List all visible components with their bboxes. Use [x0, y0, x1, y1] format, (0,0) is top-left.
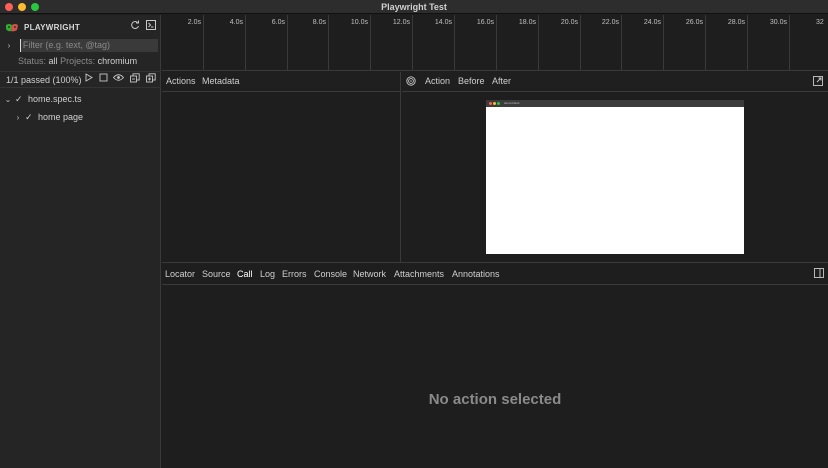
tab-after[interactable]: After: [492, 76, 511, 86]
snapshot-tabbar: Action Before After: [402, 72, 828, 92]
tab-attachments[interactable]: Attachments: [394, 269, 444, 279]
timeline-tick: [663, 15, 664, 71]
snapshot-address: about:blank: [504, 101, 520, 105]
timeline-tick: [496, 15, 497, 71]
passed-summary: 1/1 passed (100%): [6, 74, 82, 85]
snapshot-dot-icon: [493, 102, 496, 105]
projects-label: Projects:: [60, 56, 96, 66]
snapshot-browser-bar: about:blank: [486, 100, 744, 107]
timeline-tick-label: 26.0s: [685, 19, 703, 26]
timeline-tick-label: 10.0s: [350, 19, 368, 26]
tree-item-test[interactable]: › ✓ home page: [13, 110, 83, 124]
actions-tabbar: Actions Metadata: [162, 72, 400, 92]
timeline-tick: [412, 15, 413, 71]
snapshot-preview[interactable]: about:blank: [486, 100, 744, 254]
play-icon[interactable]: [83, 73, 94, 84]
filter-input[interactable]: [19, 38, 158, 52]
timeline-tick-label: 8.0s: [312, 19, 326, 26]
snapshot-dot-icon: [497, 102, 500, 105]
tree-item-label: home.spec.ts: [28, 94, 82, 104]
stop-icon[interactable]: [98, 73, 109, 84]
timeline-tick-label: 2.0s: [187, 19, 201, 26]
tab-actions[interactable]: Actions: [166, 76, 196, 86]
timeline-tick: [789, 15, 790, 71]
tab-network[interactable]: Network: [353, 269, 386, 279]
timeline-tick: [245, 15, 246, 71]
chevron-right-icon[interactable]: ›: [13, 113, 23, 122]
toggle-sidebar-icon[interactable]: [814, 268, 824, 280]
snapshot-dot-icon: [489, 102, 492, 105]
tab-locator[interactable]: Locator: [165, 269, 195, 279]
timeline-tick-label: 12.0s: [392, 19, 410, 26]
tab-source[interactable]: Source: [202, 269, 231, 279]
window-title: Playwright Test: [381, 2, 447, 12]
tab-errors[interactable]: Errors: [282, 269, 307, 279]
timeline-tick-label: 30.0s: [769, 19, 787, 26]
brand-label: PLAYWRIGHT: [24, 22, 81, 32]
timeline-tick-label: 18.0s: [518, 19, 536, 26]
tab-before[interactable]: Before: [458, 76, 485, 86]
timeline-tick-label: 6.0s: [271, 19, 285, 26]
timeline-tick: [705, 15, 706, 71]
filter-row: ›: [4, 38, 158, 52]
details-panel: Locator Source Call Log Errors Console Network…: [162, 262, 828, 468]
projects-value: chromium: [97, 56, 138, 66]
details-tabbar: Locator Source Call Log Errors Console Network…: [162, 263, 828, 285]
snapshot-pane: Action Before After about:blank: [402, 72, 828, 262]
chevron-down-icon[interactable]: ⌄: [3, 95, 13, 104]
expand-all-icon[interactable]: [145, 73, 156, 84]
playwright-logo-icon: [6, 23, 18, 31]
eye-icon[interactable]: [112, 73, 125, 84]
timeline-tick: [454, 15, 455, 71]
timeline-tick-label: 28.0s: [727, 19, 745, 26]
reload-icon[interactable]: [129, 20, 141, 32]
title-bar: Playwright Test: [0, 0, 828, 14]
tree-item-label: home page: [38, 112, 84, 122]
tree-item-file[interactable]: ⌄ ✓ home.spec.ts: [3, 92, 82, 106]
timeline-tick-label: 24.0s: [643, 19, 661, 26]
tab-action[interactable]: Action: [425, 76, 450, 86]
check-icon: ✓: [15, 93, 23, 104]
timeline-tick: [621, 15, 622, 71]
tab-annotations[interactable]: Annotations: [452, 269, 500, 279]
status-row[interactable]: Status: all Projects: chromium: [18, 56, 137, 66]
open-external-icon[interactable]: [813, 76, 823, 88]
timeline-tick-label: 20.0s: [560, 19, 578, 26]
timeline-tick: [287, 15, 288, 71]
status-value: all: [48, 56, 58, 66]
tab-console[interactable]: Console: [314, 269, 347, 279]
timeline-tick: [328, 15, 329, 71]
timeline-tick: [747, 15, 748, 71]
timeline-tick-label: 14.0s: [434, 19, 452, 26]
target-icon[interactable]: [406, 76, 416, 88]
check-icon: ✓: [25, 111, 33, 122]
timeline-tick-label: 4.0s: [229, 19, 243, 26]
timeline-tick-label: 16.0s: [476, 19, 494, 26]
brand: PLAYWRIGHT: [5, 20, 80, 34]
chevron-right-icon[interactable]: ›: [4, 41, 14, 50]
timeline-tick: [580, 15, 581, 71]
terminal-icon[interactable]: [145, 20, 157, 32]
test-sidebar: PLAYWRIGHT › Status: all Projects: chrom…: [0, 15, 161, 468]
timeline-tick: [538, 15, 539, 71]
timeline[interactable]: 2.0s 4.0s 6.0s 8.0s 10.0s 12.0s 14.0s 16.0s 18.0…: [162, 15, 828, 71]
tab-log[interactable]: Log: [260, 269, 275, 279]
actions-pane: Actions Metadata: [162, 72, 401, 262]
status-label: Status:: [18, 56, 47, 66]
tab-metadata[interactable]: Metadata: [202, 76, 240, 86]
timeline-tick: [203, 15, 204, 71]
empty-state-message: No action selected: [428, 391, 562, 408]
tab-call[interactable]: Call: [237, 269, 253, 279]
timeline-tick-label: 22.0s: [601, 19, 619, 26]
timeline-tick: [370, 15, 371, 71]
timeline-tick-label: 32: [816, 19, 824, 26]
collapse-all-icon[interactable]: [129, 73, 140, 84]
